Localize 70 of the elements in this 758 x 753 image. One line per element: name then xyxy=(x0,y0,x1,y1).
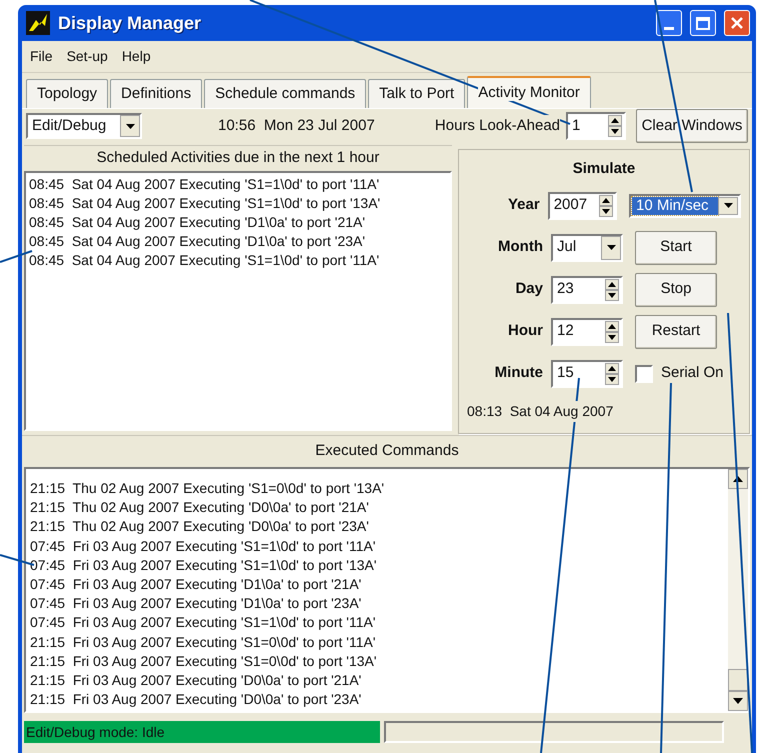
tab[interactable]: Activity Monitor xyxy=(467,76,591,108)
list-row[interactable]: 08:45 Sat 04 Aug 2007 Executing 'S1=1\0d' to port '13A' xyxy=(29,194,447,213)
list-row[interactable]: 21:15 Fri 03 Aug 2007 Executing 'S1=0\0d' to port '13A' xyxy=(30,652,728,672)
tab[interactable]: Schedule commands xyxy=(204,79,366,108)
scroll-thumb[interactable] xyxy=(728,669,748,691)
spinner-icon[interactable] xyxy=(605,362,619,384)
simulated-time: 08:13 Sat 04 Aug 2007 xyxy=(467,400,614,422)
spinner-icon[interactable] xyxy=(599,194,613,216)
list-row[interactable]: 07:45 Fri 03 Aug 2007 Executing 'D1\0a' to port '21A' xyxy=(30,575,728,594)
list-row[interactable]: 07:45 Fri 03 Aug 2007 Executing 'S1=1\0d' to port '13A' xyxy=(30,556,728,576)
tab[interactable]: Definitions xyxy=(110,79,202,108)
list-row[interactable]: 08:45 Sat 04 Aug 2007 Executing 'S1=1\0d' to port '11A' xyxy=(29,175,447,194)
spinner-icon[interactable] xyxy=(605,320,619,342)
close-button[interactable] xyxy=(724,10,750,36)
menu-item[interactable]: Help xyxy=(122,46,151,67)
scroll-up-icon[interactable] xyxy=(728,469,748,489)
simulate-title: Simulate xyxy=(572,159,636,179)
spin-field[interactable]: 2007 xyxy=(548,192,617,220)
dropdown-button[interactable] xyxy=(601,236,621,260)
caret-icon xyxy=(724,203,732,208)
list-row[interactable]: 07:45 Fri 03 Aug 2007 Executing 'S1=1\0d' to port '11A' xyxy=(30,536,728,556)
dropdown-button[interactable] xyxy=(120,115,140,137)
spin-field[interactable]: 12 xyxy=(551,318,623,346)
minimize-icon xyxy=(664,27,674,30)
spin-field[interactable]: 23 xyxy=(551,276,623,304)
tab[interactable]: Talk to Port xyxy=(368,79,466,108)
caret-icon xyxy=(606,245,616,250)
field-label: Year xyxy=(507,195,541,216)
list-row[interactable]: 21:15 Thu 02 Aug 2007 Executing 'S1=0\0d' to port '13A' xyxy=(30,479,728,498)
status-mode: Edit/Debug mode: Idle xyxy=(24,721,380,743)
push-button[interactable]: Restart xyxy=(635,314,717,348)
current-time: 10:56 Mon 23 Jul 2007 xyxy=(218,116,375,136)
scroll-down-icon[interactable] xyxy=(728,691,748,711)
speed-dropdown[interactable]: 10 Min/sec xyxy=(629,194,741,218)
push-button[interactable]: Stop xyxy=(635,272,717,306)
spinner-icon[interactable] xyxy=(608,115,622,137)
close-icon xyxy=(730,16,744,30)
list-row[interactable]: 21:15 Thu 02 Aug 2007 Executing 'D0\0a' to port '21A' xyxy=(30,498,728,518)
maximize-icon xyxy=(696,16,710,30)
tab[interactable]: Topology xyxy=(26,79,108,108)
maximize-button[interactable] xyxy=(690,10,716,36)
list-row[interactable]: 07:45 Fri 03 Aug 2007 Executing 'S1=1\0d' to port '11A' xyxy=(30,613,728,633)
list-row[interactable]: 21:15 Fri 03 Aug 2007 Executing 'D0\0a' to port '23A' xyxy=(30,690,728,710)
spinner-icon[interactable] xyxy=(605,278,619,300)
mode-dropdown[interactable]: Edit/Debug xyxy=(26,113,142,139)
list-row[interactable]: 08:45 Sat 04 Aug 2007 Executing 'S1=1\0d' to port '11A' xyxy=(29,251,447,270)
list-row[interactable]: 21:15 Fri 03 Aug 2007 Executing 'S1=0\0d' to port '11A' xyxy=(30,632,728,652)
scrollbar[interactable] xyxy=(728,469,748,711)
field-label: Day xyxy=(514,279,544,300)
field-label: Hour xyxy=(507,321,544,342)
list-row[interactable]: 21:15 Fri 03 Aug 2007 Executing 'D0\0a' to port '21A' xyxy=(30,671,728,690)
push-button[interactable]: Clear Windows xyxy=(636,109,748,143)
minimize-button[interactable] xyxy=(656,10,682,36)
field-label: Month xyxy=(497,237,544,258)
list-row[interactable]: 08:45 Sat 04 Aug 2007 Executing 'D1\0a' to port '21A' xyxy=(29,213,447,232)
list-row[interactable]: 08:45 Sat 04 Aug 2007 Executing 'D1\0a' to port '23A' xyxy=(29,232,447,251)
window-title: Display Manager xyxy=(58,12,202,35)
spin-field[interactable]: 15 xyxy=(551,360,623,388)
spin-field[interactable]: 1 xyxy=(566,112,626,140)
field-label: Minute xyxy=(494,363,544,384)
caret-icon xyxy=(126,124,134,128)
dropdown-button[interactable] xyxy=(718,196,738,214)
menu-item[interactable]: File xyxy=(30,46,53,67)
list-row[interactable]: 21:15 Thu 02 Aug 2007 Executing 'D0\0a' to port '23A' xyxy=(30,517,728,537)
serial-checkbox[interactable]: Serial On xyxy=(635,362,724,385)
month-dropdown[interactable]: Jul xyxy=(551,234,623,262)
push-button[interactable]: Start xyxy=(635,230,717,264)
list-row[interactable]: 07:45 Fri 03 Aug 2007 Executing 'D1\0a' to port '23A' xyxy=(30,594,728,614)
menu-item[interactable]: Set-up xyxy=(66,46,108,67)
lightning-logo-icon xyxy=(26,11,50,35)
